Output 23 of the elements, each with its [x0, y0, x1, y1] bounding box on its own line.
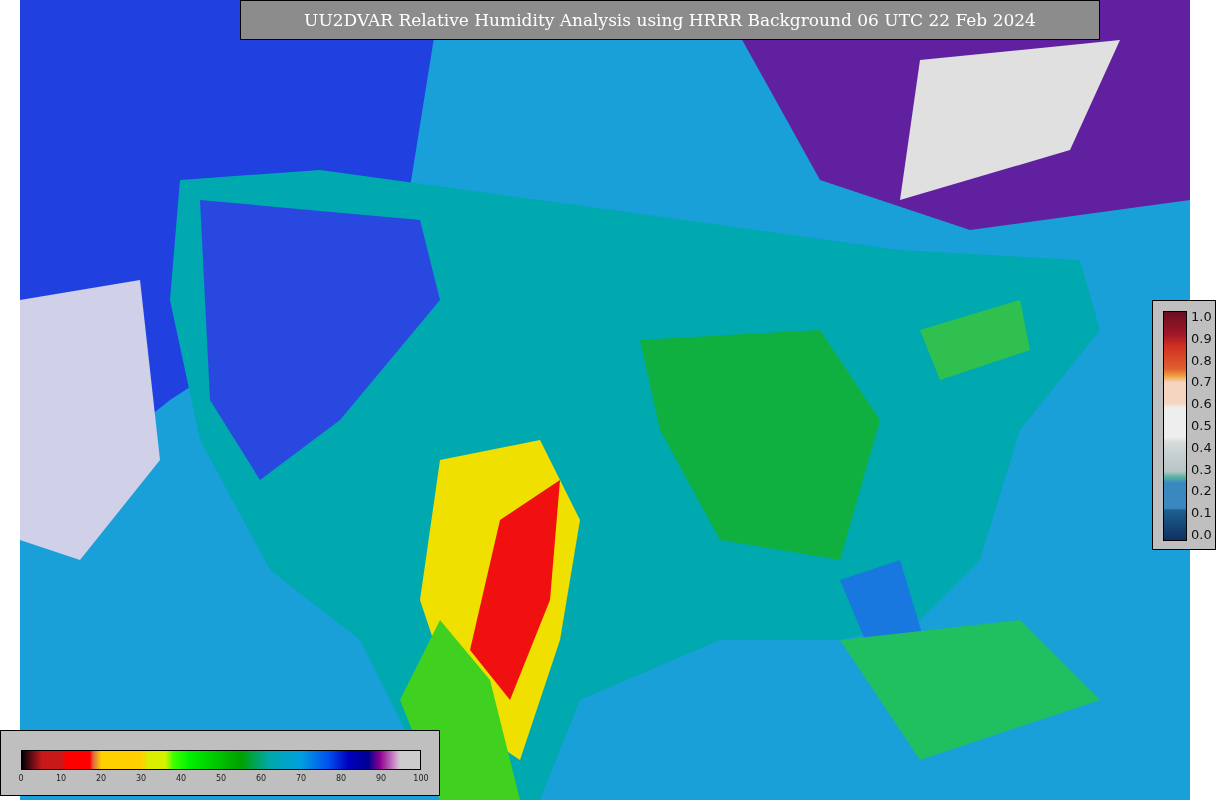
tick-label: 20	[95, 774, 107, 783]
tick-label: 0.4	[1191, 441, 1212, 454]
tick-label: 0	[18, 774, 24, 783]
tick-label: 0.1	[1191, 507, 1212, 520]
map-title: UU2DVAR Relative Humidity Analysis using HRRR Background 06 UTC 22 Feb 2024	[240, 0, 1100, 40]
tick-label: 0.7	[1191, 376, 1212, 389]
tick-label: 30	[135, 774, 147, 783]
tick-label: 0.5	[1191, 420, 1212, 432]
tick-label: 0.2	[1191, 485, 1212, 498]
tick-label: 70	[295, 774, 307, 783]
tick-label: 10	[55, 774, 67, 783]
tick-label: 0.0	[1191, 528, 1212, 541]
tick-label: 50	[215, 774, 227, 783]
tick-label: 80	[335, 774, 347, 783]
tick-label: 0.6	[1191, 398, 1212, 411]
tick-label: 1.0	[1191, 311, 1212, 323]
tick-label: 0.3	[1191, 463, 1212, 476]
tick-label: 90	[375, 774, 387, 783]
tick-label: 60	[255, 774, 267, 783]
tick-label: 40	[175, 774, 187, 783]
tick-label: 0.9	[1191, 332, 1212, 345]
tick-label: 0.8	[1191, 354, 1212, 367]
tick-label: 100	[413, 774, 429, 783]
